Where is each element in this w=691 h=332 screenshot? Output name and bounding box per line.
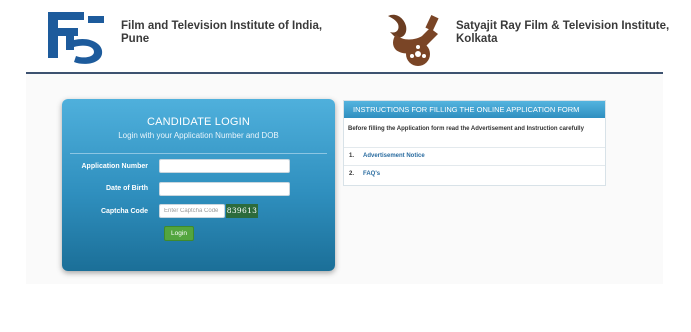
advertisement-notice-link[interactable]: Advertisement Notice [363,153,425,159]
ftii-name-line1: Film and Television Institute of India, [121,20,323,32]
application-number-label: Application Number [81,163,148,170]
srfti-film-reel-logo-icon [388,14,439,66]
date-of-birth-label: Date of Birth [106,185,148,192]
candidate-login-panel: CANDIDATE LOGIN Login with your Applicat… [62,99,335,271]
srfti-institute-name: Satyajit Ray Film & Television Institute… [456,20,686,46]
captcha-label: Captcha Code [100,208,148,215]
instructions-panel: INSTRUCTIONS FOR FILLING THE ONLINE APPL… [343,100,606,186]
srfti-name-line1: Satyajit Ray Film & Television Institute… [456,20,670,32]
instruction-number: 1. [349,153,355,159]
instructions-intro: Before filling the Application form read… [348,126,584,132]
captcha-input[interactable] [159,204,225,218]
srfti-name-line2: Kolkata [456,33,498,45]
instruction-item: 2. FAQ's [344,165,605,182]
instruction-item: 1. Advertisement Notice [344,147,605,164]
instruction-number: 2. [349,171,355,177]
instructions-header: INSTRUCTIONS FOR FILLING THE ONLINE APPL… [344,101,605,118]
ftii-institute-name: Film and Television Institute of India, … [121,20,331,46]
faq-link[interactable]: FAQ's [363,171,380,177]
ftii-name-line2: Pune [121,33,150,45]
date-of-birth-input[interactable] [159,182,290,196]
application-number-input[interactable] [159,159,290,173]
site-header: Film and Television Institute of India, … [0,0,691,74]
login-subtitle: Login with your Application Number and D… [118,131,279,140]
login-button[interactable]: Login [164,226,194,241]
captcha-image: 839613 [226,204,258,218]
login-title: CANDIDATE LOGIN [146,116,251,128]
login-divider [70,153,327,154]
ftii-logo-icon [48,12,104,64]
